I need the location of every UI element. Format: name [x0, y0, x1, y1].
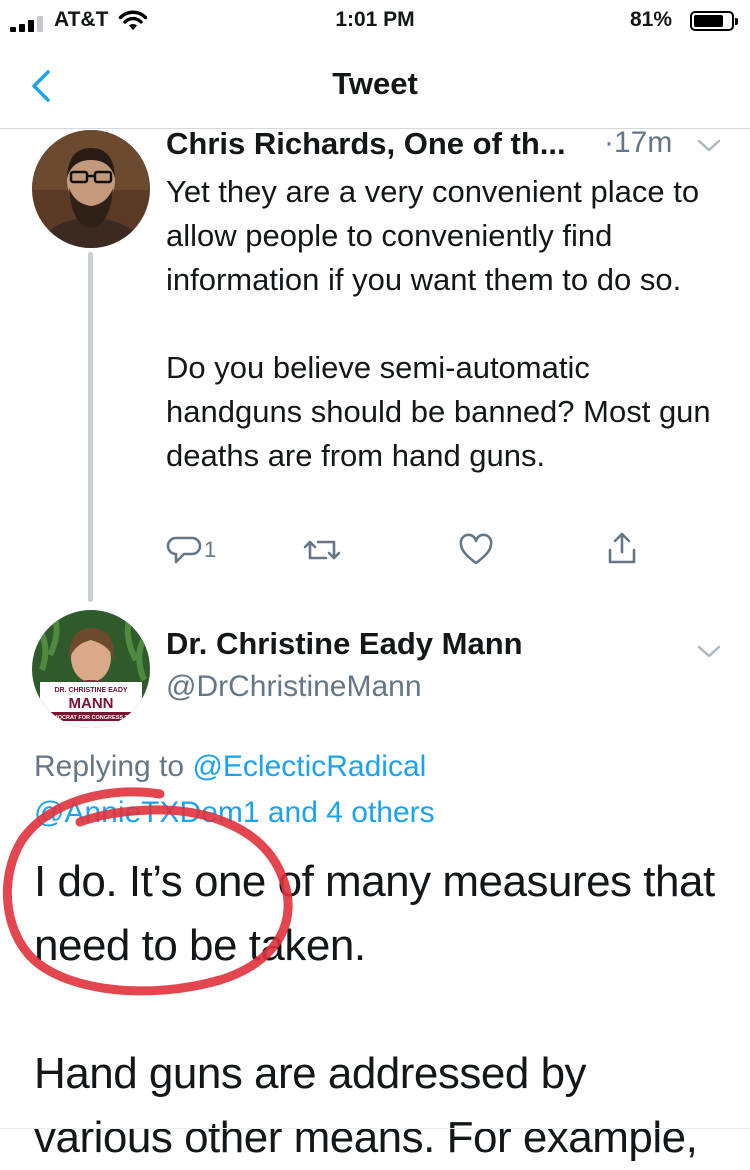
reply-mention-link[interactable]: @EclecticRadical: [192, 750, 426, 783]
author-handle[interactable]: @DrChristineMann: [166, 670, 422, 704]
tweet-timestamp: ·17m: [604, 126, 673, 159]
reply-button[interactable]: 1: [166, 528, 236, 572]
chevron-down-icon[interactable]: [696, 138, 722, 154]
tweet-text: I do. It’s one of many measures that nee…: [34, 857, 715, 1162]
replying-to: Replying to @EclecticRadical @AnnieTXDem…: [34, 744, 724, 836]
thread-connector: [88, 252, 93, 602]
page-title: Tweet: [332, 66, 418, 101]
battery-nub: [735, 18, 738, 25]
reply-icon: [166, 536, 202, 564]
avatar-caption-main: MANN: [69, 695, 114, 712]
tweet-actions: 1: [166, 528, 646, 572]
avatar[interactable]: [32, 130, 150, 248]
reply-count: 1: [204, 537, 217, 562]
battery-fill: [694, 15, 723, 27]
bottom-divider: [0, 1128, 750, 1129]
like-icon: [459, 533, 493, 565]
replying-prefix: Replying to: [34, 750, 185, 783]
chevron-down-icon[interactable]: [696, 644, 722, 660]
nav-bar: Tweet: [0, 44, 750, 129]
avatar-caption-bottom: DEMOCRAT FOR CONGRESS TX-2: [46, 715, 137, 721]
avatar-photo: DR. CHRISTINE EADY MANN DEMOCRAT FOR CON…: [32, 610, 150, 728]
reply-mentions-link[interactable]: @AnnieTXDem1 and 4 others: [34, 796, 435, 829]
avatar-caption-top: DR. CHRISTINE EADY: [54, 687, 127, 694]
status-bar: AT&T 1:01 PM 81%: [0, 0, 750, 44]
share-button[interactable]: [604, 528, 648, 572]
retweet-button[interactable]: [302, 528, 346, 572]
avatar-photo: [32, 130, 150, 248]
author-name[interactable]: Dr. Christine Eady Mann: [166, 626, 523, 662]
battery-icon: [690, 11, 738, 31]
share-icon: [608, 532, 636, 564]
author-name[interactable]: Chris Richards, One of th...: [166, 126, 566, 162]
tweet-text: Yet they are a very convenient place to …: [166, 174, 711, 473]
retweet-icon: [303, 540, 341, 560]
avatar[interactable]: DR. CHRISTINE EADY MANN DEMOCRAT FOR CON…: [32, 610, 150, 728]
battery-percent: 81%: [630, 8, 673, 31]
like-button[interactable]: [458, 528, 502, 572]
